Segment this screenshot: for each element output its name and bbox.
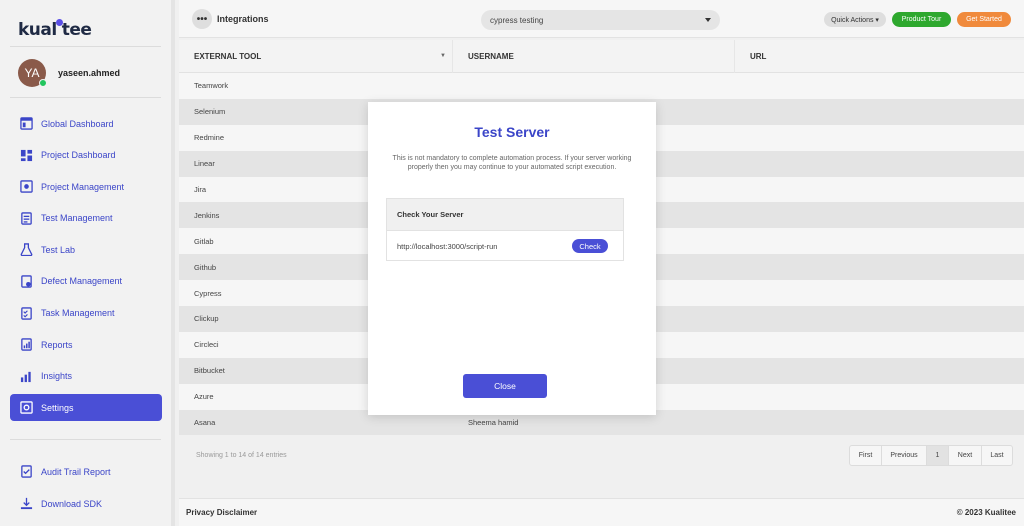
test-server-modal: Test Server This is not mandatory to com… [368,102,656,415]
server-url: http://localhost:3000/script-run [397,241,498,251]
close-button[interactable]: Close [463,374,547,398]
modal-description: This is not mandatory to complete automa… [392,155,632,171]
check-button[interactable]: Check [572,239,608,253]
modal-title: Test Server [474,124,550,140]
server-check-box: Check Your Server http://localhost:3000/… [386,198,624,261]
server-row: http://localhost:3000/script-run Check [387,231,623,261]
server-box-title: Check Your Server [387,199,623,231]
